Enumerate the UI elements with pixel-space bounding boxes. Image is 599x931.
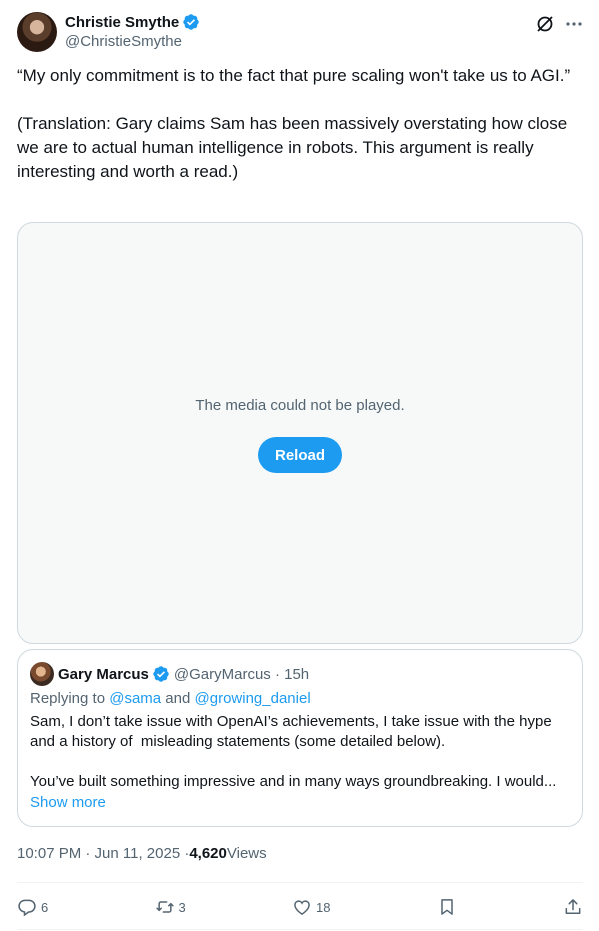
replying-and: and xyxy=(161,690,195,707)
reply-icon xyxy=(18,899,36,917)
share-button[interactable] xyxy=(563,897,583,917)
repost-count: 3 xyxy=(178,899,186,915)
repost-button[interactable]: 3 xyxy=(155,897,186,917)
bookmark-button[interactable] xyxy=(437,897,457,917)
quote-avatar[interactable] xyxy=(30,662,54,686)
mention-sama[interactable]: @sama xyxy=(109,690,161,707)
grok-icon[interactable] xyxy=(535,14,555,34)
views-count: 4,620 xyxy=(189,845,227,862)
media-error-message: The media could not be played. xyxy=(195,397,405,414)
heart-icon xyxy=(294,900,310,915)
reply-button[interactable]: 6 xyxy=(17,897,48,917)
reply-count: 6 xyxy=(41,899,49,915)
tweet-meta: 10:07 PM · Jun 11, 2025 · 4,620 Views xyxy=(17,845,267,862)
share-icon xyxy=(565,899,581,914)
like-button[interactable]: 18 xyxy=(292,897,330,917)
quote-author-name[interactable]: Gary Marcus xyxy=(58,666,149,683)
author-handle[interactable]: @ChristieSmythe xyxy=(65,33,200,50)
header-actions xyxy=(535,14,583,34)
reload-button[interactable]: Reload xyxy=(258,437,342,473)
tweet-timestamp[interactable]: 10:07 PM · Jun 11, 2025 · xyxy=(17,845,189,862)
divider xyxy=(17,882,583,883)
tweet-text: “My only commitment is to the fact that … xyxy=(17,66,571,181)
bottom-divider xyxy=(17,929,583,930)
more-icon[interactable] xyxy=(565,15,583,33)
views-label: Views xyxy=(226,845,267,862)
repost-icon xyxy=(155,901,174,913)
action-bar: 6 3 18 xyxy=(17,893,583,921)
author-name[interactable]: Christie Smythe xyxy=(65,14,179,31)
verified-badge-icon xyxy=(153,666,169,682)
tweet-header: Christie Smythe @ChristieSmythe xyxy=(17,12,583,54)
show-more-link[interactable]: Show more xyxy=(30,794,106,811)
replying-prefix: Replying to xyxy=(30,690,110,707)
author-names: Christie Smythe @ChristieSmythe xyxy=(65,12,200,54)
quote-header: Gary Marcus @GaryMarcus · 15h xyxy=(30,662,309,686)
media-container: The media could not be played. Reload xyxy=(17,222,583,644)
quote-body: Sam, I don’t take issue with OpenAI’s ac… xyxy=(30,713,557,790)
quote-author-handle-time[interactable]: @GaryMarcus · 15h xyxy=(174,666,309,683)
quote-replying-to: Replying to @sama and @growing_daniel xyxy=(30,690,311,707)
author-avatar[interactable] xyxy=(17,12,57,52)
like-count: 18 xyxy=(316,899,331,915)
quoted-tweet[interactable]: Gary Marcus @GaryMarcus · 15h Replying t… xyxy=(17,649,583,827)
bookmark-icon xyxy=(440,899,453,915)
mention-growing-daniel[interactable]: @growing_daniel xyxy=(195,690,311,707)
verified-badge-icon xyxy=(183,14,199,30)
